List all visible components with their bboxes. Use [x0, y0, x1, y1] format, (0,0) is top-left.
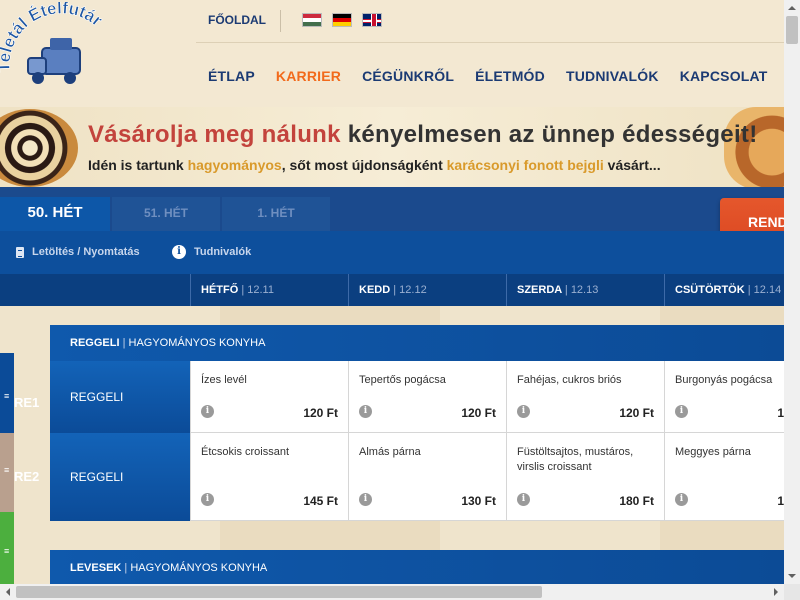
vertical-scrollbar[interactable] [784, 0, 800, 584]
horizontal-scroll-thumb[interactable] [16, 586, 542, 598]
info-icon[interactable]: i [201, 405, 214, 418]
row-label: REGGELI [50, 433, 190, 521]
horizontal-scrollbar[interactable] [0, 584, 784, 600]
row-label: REGGELI [50, 361, 190, 433]
menu-toolbar: Letöltés / Nyomtatás i Tudnivalók [0, 231, 784, 274]
day-tuesday: KEDD | 12.12 [348, 274, 506, 306]
nav-karrier[interactable]: KARRIER [276, 68, 341, 84]
menu-item[interactable]: Füstöltsajtos, mustáros, virslis croissa… [506, 433, 664, 521]
scroll-right-icon[interactable] [773, 588, 779, 596]
day-header: HÉTFŐ | 12.11 KEDD | 12.12 SZERDA | 12.1… [0, 274, 784, 306]
scroll-up-icon[interactable] [788, 5, 796, 11]
nav-kapcsolat[interactable]: KAPCSOLAT [680, 68, 768, 84]
vertical-scroll-thumb[interactable] [786, 16, 798, 44]
download-label: Letöltés / Nyomtatás [32, 246, 140, 258]
tab-week-1[interactable]: 1. HÉT [222, 197, 330, 231]
drag-handle-icon[interactable]: ≡ [4, 391, 9, 401]
home-link[interactable]: FŐOLDAL [208, 13, 266, 27]
divider [280, 10, 281, 32]
hungarian-flag-icon[interactable] [302, 13, 322, 27]
info-icon[interactable]: i [201, 493, 214, 506]
main-nav: ÉTLAP KARRIER CÉGÜNKRŐL ÉLETMÓD TUDNIVAL… [208, 68, 789, 84]
drag-handle-icon[interactable]: ≡ [4, 465, 9, 475]
site-header: Teletál Ételfutár FŐOLDAL ÉTLAP KARRIER … [0, 0, 784, 107]
info-icon: i [172, 245, 186, 259]
info-label: Tudnivalók [194, 246, 252, 258]
section-header-reggeli: REGGELI | HAGYOMÁNYOS KONYHA [50, 325, 784, 361]
promo-banner[interactable]: Vásárolja meg nálunk kényelmesen az ünne… [0, 107, 784, 187]
row-code: RE2 [14, 469, 40, 484]
row-code: RE1 [14, 395, 40, 410]
info-icon[interactable]: i [675, 405, 688, 418]
banner-subline: Idén is tartunk hagyományos, sőt most új… [88, 157, 661, 173]
info-icon[interactable]: i [359, 493, 372, 506]
day-thursday: CSÜTÖRTÖK | 12.14 [664, 274, 784, 306]
table-row: RE2 ≡ REGGELI Étcsokis croissant i 145 F… [0, 433, 784, 521]
scroll-left-icon[interactable] [5, 588, 11, 596]
info-icon[interactable]: i [517, 405, 530, 418]
day-monday: HÉTFŐ | 12.11 [190, 274, 348, 306]
english-flag-icon[interactable] [362, 13, 382, 27]
week-tabs: 50. HÉT 51. HÉT 1. HÉT [0, 187, 784, 231]
info-link[interactable]: i Tudnivalók [172, 245, 251, 259]
row-color-strip [0, 433, 14, 521]
menu-item[interactable]: Étcsokis croissant i 145 Ft [190, 433, 348, 521]
scrollbar-corner [784, 584, 800, 600]
day-wednesday: SZERDA | 12.13 [506, 274, 664, 306]
tab-week-50[interactable]: 50. HÉT [0, 197, 110, 231]
menu-item[interactable]: Tepertős pogácsa i 120 Ft [348, 361, 506, 433]
menu-item[interactable]: Meggyes párna i 1 [664, 433, 784, 521]
scroll-down-icon[interactable] [788, 573, 796, 579]
download-print-link[interactable]: Letöltés / Nyomtatás [16, 246, 140, 258]
banner-headline: Vásárolja meg nálunk kényelmesen az ünne… [88, 121, 758, 148]
drag-handle-icon[interactable]: ≡ [4, 546, 9, 556]
nav-tudnivalok[interactable]: TUDNIVALÓK [566, 68, 659, 84]
tab-week-51[interactable]: 51. HÉT [112, 197, 220, 231]
table-row: RE1 ≡ REGGELI Ízes levél i 120 Ft Tepert… [0, 353, 784, 433]
menu-content: REGGELI | HAGYOMÁNYOS KONYHA RE1 ≡ REGGE… [0, 306, 784, 584]
section-header-levesek: LEVESEK | HAGYOMÁNYOS KONYHA [50, 550, 784, 584]
info-icon[interactable]: i [359, 405, 372, 418]
menu-item[interactable]: Burgonyás pogácsa i 1 [664, 361, 784, 433]
menu-item[interactable]: Fahéjas, cukros briós i 120 Ft [506, 361, 664, 433]
nav-etlap[interactable]: ÉTLAP [208, 68, 255, 84]
top-nav: FŐOLDAL [196, 0, 784, 43]
nav-eletmod[interactable]: ÉLETMÓD [475, 68, 545, 84]
bejgli-image [0, 109, 78, 187]
menu-item[interactable]: Ízes levél i 120 Ft [190, 361, 348, 433]
menu-item[interactable]: Almás párna i 130 Ft [348, 433, 506, 521]
nav-cegunkrol[interactable]: CÉGÜNKRŐL [362, 68, 454, 84]
info-icon[interactable]: i [675, 493, 688, 506]
logo[interactable]: Teletál Ételfutár [0, 2, 116, 102]
document-icon [16, 246, 24, 258]
info-icon[interactable]: i [517, 493, 530, 506]
german-flag-icon[interactable] [332, 13, 352, 27]
